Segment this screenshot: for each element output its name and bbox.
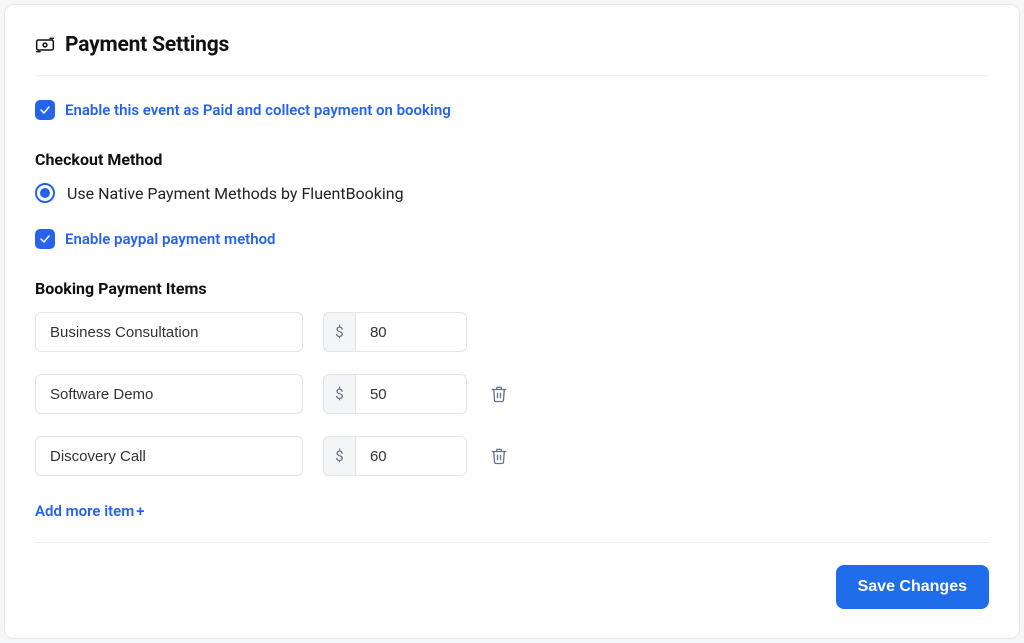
trash-icon[interactable] [487,382,511,406]
paid-checkbox[interactable] [35,100,55,120]
paypal-checkbox-label[interactable]: Enable paypal payment method [65,230,276,248]
item-row: $ [35,312,989,352]
item-row: $ [35,374,989,414]
paid-toggle-row: Enable this event as Paid and collect pa… [35,100,989,120]
paypal-checkbox[interactable] [35,229,55,249]
item-row: $ [35,436,989,476]
checkout-method-option[interactable]: Use Native Payment Methods by FluentBook… [35,183,989,203]
paid-checkbox-label[interactable]: Enable this event as Paid and collect pa… [65,101,451,119]
item-name-input[interactable] [35,374,303,414]
currency-prefix: $ [324,375,356,413]
native-payment-label: Use Native Payment Methods by FluentBook… [67,184,404,203]
footer: Save Changes [35,542,989,609]
item-price-group: $ [323,312,467,352]
save-changes-button[interactable]: Save Changes [836,565,989,609]
item-price-input[interactable] [356,375,466,413]
payment-icon [35,35,55,55]
header: Payment Settings [35,33,989,76]
add-more-item-label: Add more item [35,502,134,520]
currency-prefix: $ [324,437,356,475]
items-title: Booking Payment Items [35,279,989,298]
page-title: Payment Settings [65,33,229,57]
checkout-method-title: Checkout Method [35,150,989,169]
item-price-group: $ [323,374,467,414]
item-name-input[interactable] [35,436,303,476]
items-list: $ $ $ [35,312,989,476]
plus-icon: + [136,502,144,520]
item-price-input[interactable] [356,437,466,475]
native-payment-radio[interactable] [35,183,55,203]
add-more-item-link[interactable]: Add more item + [35,502,145,520]
currency-prefix: $ [324,313,356,351]
item-price-input[interactable] [356,313,466,351]
trash-icon[interactable] [487,444,511,468]
paypal-toggle-row: Enable paypal payment method [35,229,989,249]
item-name-input[interactable] [35,312,303,352]
item-price-group: $ [323,436,467,476]
payment-settings-card: Payment Settings Enable this event as Pa… [4,4,1020,639]
